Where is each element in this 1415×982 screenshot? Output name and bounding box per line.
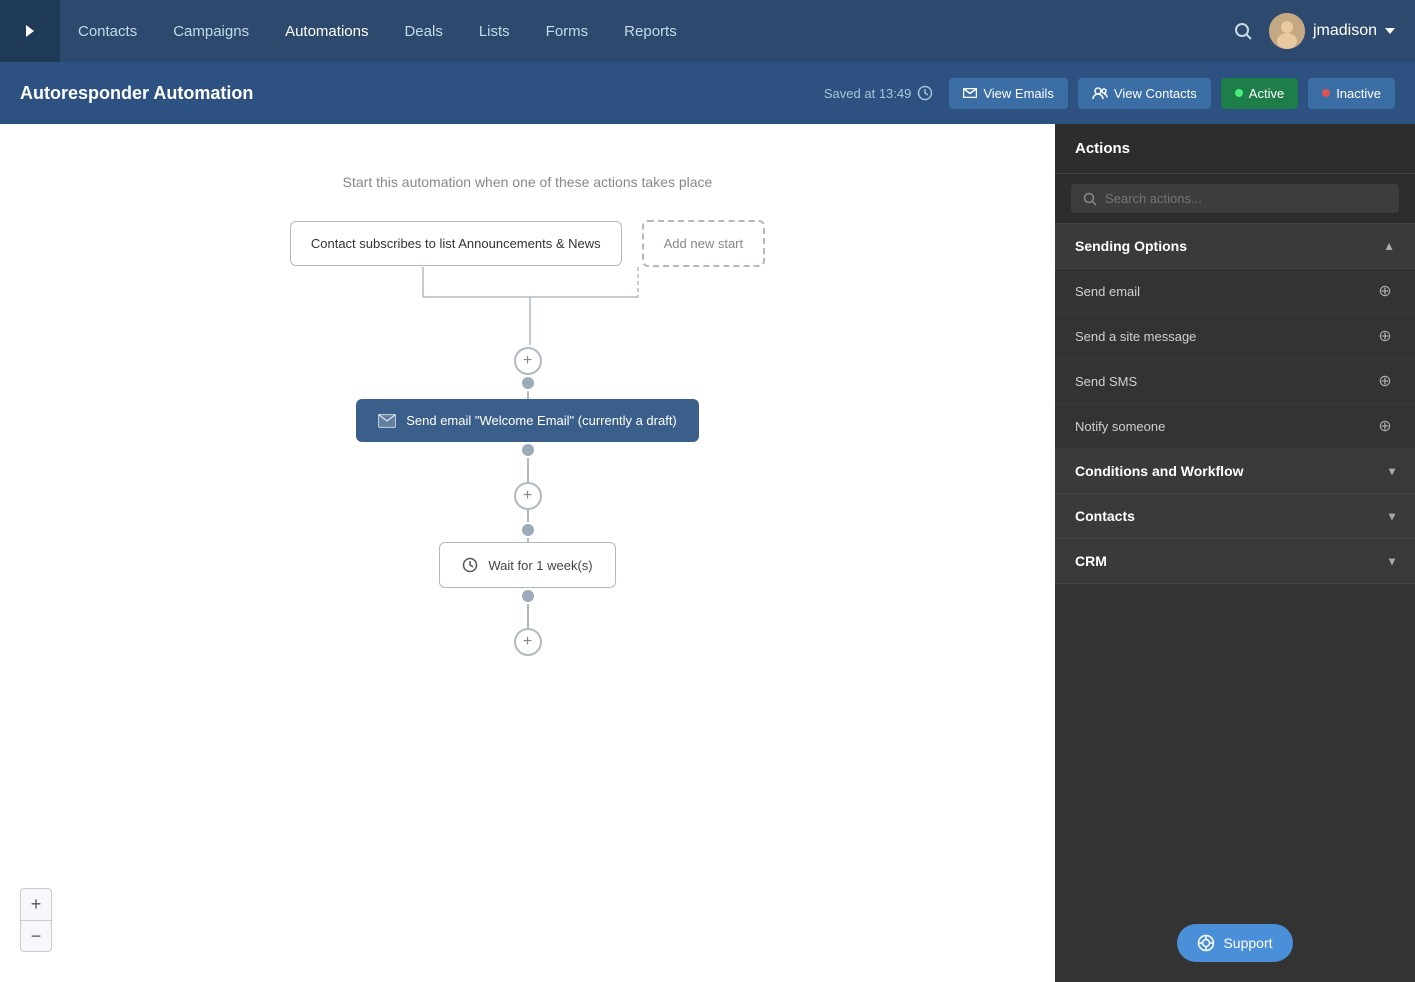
support-label: Support bbox=[1223, 935, 1272, 951]
chevron-down-conditions-icon: ▾ bbox=[1389, 464, 1395, 478]
sidebar-spacer bbox=[1055, 584, 1415, 904]
active-status-button[interactable]: Active bbox=[1221, 78, 1298, 109]
vline-1 bbox=[527, 391, 529, 399]
nav-item-automations[interactable]: Automations bbox=[267, 0, 386, 62]
top-navigation: Contacts Campaigns Automations Deals Lis… bbox=[0, 0, 1415, 62]
connector-svg-area bbox=[278, 267, 778, 347]
connector-dot-3 bbox=[522, 524, 534, 536]
add-step-button-2[interactable]: + bbox=[514, 482, 542, 510]
user-menu[interactable]: jmadison bbox=[1269, 13, 1395, 49]
connector-dot-1 bbox=[522, 377, 534, 389]
send-email-node[interactable]: Send email "Welcome Email" (currently a … bbox=[356, 399, 699, 442]
support-button[interactable]: Support bbox=[1177, 924, 1292, 962]
notify-someone-label: Notify someone bbox=[1075, 419, 1165, 434]
search-input-wrapper[interactable] bbox=[1071, 184, 1399, 213]
contacts-icon bbox=[1092, 87, 1108, 99]
vline-2 bbox=[527, 458, 529, 482]
nav-item-campaigns[interactable]: Campaigns bbox=[155, 0, 267, 62]
chevron-down-contacts-icon: ▾ bbox=[1389, 509, 1395, 523]
send-sms-label: Send SMS bbox=[1075, 374, 1137, 389]
section-label-contacts: Contacts bbox=[1075, 508, 1135, 524]
search-icon bbox=[1083, 192, 1097, 206]
flow-lines-svg bbox=[278, 267, 778, 347]
username-label: jmadison bbox=[1313, 22, 1377, 40]
saved-text: Saved at 13:49 bbox=[824, 86, 911, 101]
view-contacts-button[interactable]: View Contacts bbox=[1078, 78, 1211, 109]
add-send-sms-icon[interactable]: ⊕ bbox=[1375, 371, 1395, 391]
nav-item-deals[interactable]: Deals bbox=[386, 0, 460, 62]
inactive-dot bbox=[1322, 89, 1330, 97]
subheader: Autoresponder Automation Saved at 13:49 … bbox=[0, 62, 1415, 124]
nav-item-reports[interactable]: Reports bbox=[606, 0, 695, 62]
send-email-node-label: Send email "Welcome Email" (currently a … bbox=[406, 413, 677, 428]
vline-3 bbox=[527, 510, 529, 522]
zoom-out-button[interactable]: − bbox=[20, 920, 52, 952]
search-actions-input[interactable] bbox=[1105, 191, 1387, 206]
wait-node[interactable]: Wait for 1 week(s) bbox=[439, 542, 615, 588]
sidebar-item-send-email[interactable]: Send email ⊕ bbox=[1055, 269, 1415, 314]
section-header-contacts[interactable]: Contacts ▾ bbox=[1055, 494, 1415, 539]
trigger-box[interactable]: Contact subscribes to list Announcements… bbox=[290, 221, 622, 266]
trigger-row: Contact subscribes to list Announcements… bbox=[290, 220, 765, 267]
avatar bbox=[1269, 13, 1305, 49]
clock-wait-icon bbox=[462, 557, 478, 573]
start-instruction: Start this automation when one of these … bbox=[343, 174, 713, 190]
automation-canvas[interactable]: Start this automation when one of these … bbox=[0, 124, 1055, 982]
add-send-email-icon[interactable]: ⊕ bbox=[1375, 281, 1395, 301]
nav-item-forms[interactable]: Forms bbox=[528, 0, 607, 62]
main-layout: Start this automation when one of these … bbox=[0, 124, 1415, 982]
nav-item-contacts[interactable]: Contacts bbox=[60, 0, 155, 62]
section-header-conditions-workflow[interactable]: Conditions and Workflow ▾ bbox=[1055, 449, 1415, 494]
send-site-message-label: Send a site message bbox=[1075, 329, 1196, 344]
inactive-status-button[interactable]: Inactive bbox=[1308, 78, 1395, 109]
email-icon bbox=[963, 88, 977, 98]
wait-node-label: Wait for 1 week(s) bbox=[488, 558, 592, 573]
section-label-sending-options: Sending Options bbox=[1075, 238, 1187, 254]
section-header-sending-options[interactable]: Sending Options ▲ bbox=[1055, 224, 1415, 269]
zoom-controls: + − bbox=[20, 888, 52, 952]
view-emails-button[interactable]: View Emails bbox=[949, 78, 1068, 109]
connector-dot-2 bbox=[522, 444, 534, 456]
page-title: Autoresponder Automation bbox=[20, 83, 808, 104]
search-button[interactable] bbox=[1233, 21, 1253, 41]
sidebar-item-send-site-message[interactable]: Send a site message ⊕ bbox=[1055, 314, 1415, 359]
actions-sidebar: Actions Sending Options ▲ Send email ⊕ S… bbox=[1055, 124, 1415, 982]
add-notify-someone-icon[interactable]: ⊕ bbox=[1375, 416, 1395, 436]
send-email-label: Send email bbox=[1075, 284, 1140, 299]
vline-5 bbox=[527, 604, 529, 628]
nav-item-lists[interactable]: Lists bbox=[461, 0, 528, 62]
clock-icon bbox=[917, 85, 933, 101]
nav-items: Contacts Campaigns Automations Deals Lis… bbox=[60, 0, 1233, 62]
active-dot bbox=[1235, 89, 1243, 97]
flow-column: + Send email "Welcome Email" (currently … bbox=[356, 347, 699, 656]
sidebar-item-notify-someone[interactable]: Notify someone ⊕ bbox=[1055, 404, 1415, 449]
email-node-icon bbox=[378, 414, 396, 428]
zoom-in-button[interactable]: + bbox=[20, 888, 52, 920]
subheader-actions: View Emails View Contacts Active Inactiv… bbox=[949, 78, 1395, 109]
section-header-crm[interactable]: CRM ▾ bbox=[1055, 539, 1415, 584]
chevron-down-icon bbox=[1385, 28, 1395, 34]
nav-right: jmadison bbox=[1233, 13, 1415, 49]
section-label-conditions-workflow: Conditions and Workflow bbox=[1075, 463, 1244, 479]
support-icon bbox=[1197, 934, 1215, 952]
connector-dot-4 bbox=[522, 590, 534, 602]
chevron-up-icon: ▲ bbox=[1383, 239, 1395, 253]
sidebar-title: Actions bbox=[1055, 124, 1415, 174]
add-step-button-1[interactable]: + bbox=[514, 347, 542, 375]
add-send-site-message-icon[interactable]: ⊕ bbox=[1375, 326, 1395, 346]
add-start-box[interactable]: Add new start bbox=[642, 220, 766, 267]
add-step-button-3[interactable]: + bbox=[514, 628, 542, 656]
sidebar-item-send-sms[interactable]: Send SMS ⊕ bbox=[1055, 359, 1415, 404]
chevron-down-crm-icon: ▾ bbox=[1389, 554, 1395, 568]
search-bar bbox=[1055, 174, 1415, 224]
section-label-crm: CRM bbox=[1075, 553, 1107, 569]
saved-info: Saved at 13:49 bbox=[824, 85, 933, 101]
canvas-inner: Start this automation when one of these … bbox=[0, 124, 1055, 982]
nav-toggle-button[interactable] bbox=[0, 0, 60, 62]
